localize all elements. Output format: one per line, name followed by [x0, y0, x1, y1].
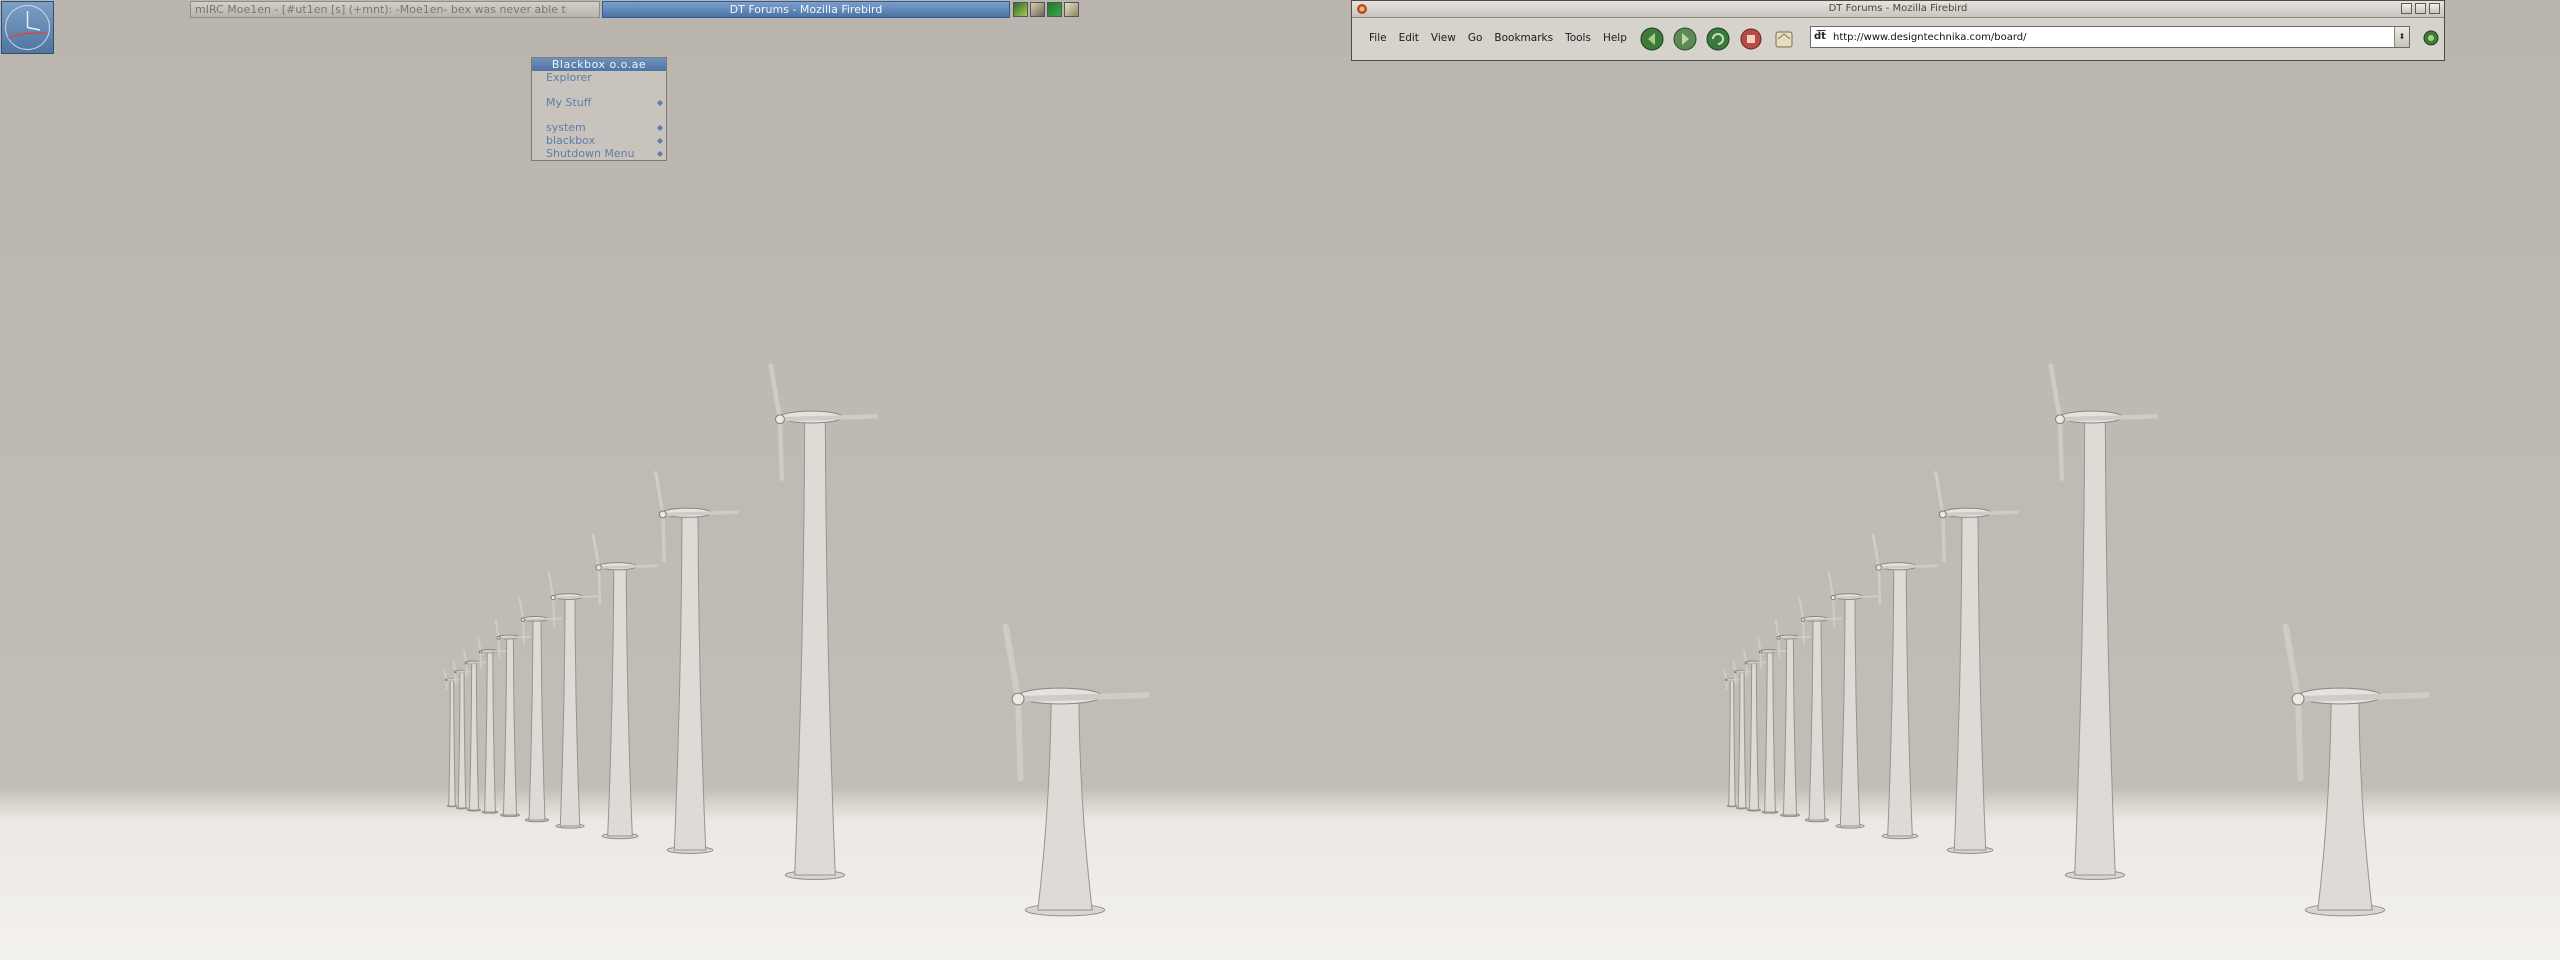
minimize-button[interactable]	[2401, 3, 2412, 14]
menu-item-label: blackbox	[546, 134, 596, 147]
app-icon[interactable]	[1047, 2, 1062, 17]
blackbox-root-menu: Blackbox o.o.ae Explorer My Stuff ◆ syst…	[531, 57, 667, 161]
url-input[interactable]	[1833, 28, 2373, 46]
turbine	[1002, 623, 1150, 917]
menu-title: Blackbox o.o.ae	[532, 58, 666, 71]
analog-clock-icon	[5, 5, 50, 50]
task-mirc[interactable]: mIRC Moe1en - [#ut1en [s] (+mnt): -Moe1e…	[190, 1, 600, 18]
menu-tools[interactable]: Tools	[1559, 32, 1597, 44]
back-button[interactable]	[1638, 25, 1666, 53]
menu-go[interactable]: Go	[1462, 32, 1489, 44]
firebird-window: DT Forums - Mozilla Firebird File Edit V…	[1351, 0, 2445, 61]
forward-button[interactable]	[1671, 25, 1699, 53]
menu-separator	[532, 84, 666, 96]
turbine	[591, 533, 659, 840]
turbine	[463, 649, 489, 812]
turbine	[477, 636, 508, 814]
menu-bar: File Edit View Go Bookmarks Tools Help	[1363, 32, 1633, 44]
forward-icon	[1673, 27, 1697, 51]
menu-item-label: My Stuff	[546, 96, 592, 109]
menu-item-explorer[interactable]: Explorer	[532, 71, 666, 84]
menu-item-system[interactable]: system ◆	[532, 121, 666, 134]
clock-widget[interactable]	[1, 1, 54, 54]
right-screen: DT Forums - Mozilla Firebird File Edit V…	[1280, 0, 2560, 960]
firebird-icon	[1357, 4, 1367, 14]
turbine	[1827, 570, 1881, 829]
turbine	[1774, 619, 1811, 817]
menu-item-blackbox[interactable]: blackbox ◆	[532, 134, 666, 147]
url-history-dropdown[interactable]: ⬍	[2394, 27, 2409, 47]
wind-turbines-wallpaper	[1723, 363, 2430, 917]
reload-icon	[1706, 27, 1730, 51]
turbine	[518, 597, 563, 823]
turbine	[2048, 363, 2159, 880]
stop-button[interactable]	[1737, 25, 1765, 53]
menu-help[interactable]: Help	[1597, 32, 1633, 44]
turbine	[2282, 623, 2430, 917]
throbber-icon	[2423, 30, 2439, 46]
submenu-arrow-icon: ◆	[656, 123, 663, 132]
menu-item-label: Explorer	[546, 71, 592, 84]
turbine	[494, 619, 531, 817]
system-tray	[1013, 1, 1079, 18]
home-button[interactable]	[1770, 25, 1798, 53]
menu-item-label: system	[546, 121, 586, 134]
browser-toolbar: File Edit View Go Bookmarks Tools Help d…	[1352, 18, 2444, 60]
url-bar: d͞t ⬍	[1810, 26, 2410, 48]
maximize-button[interactable]	[2415, 3, 2426, 14]
turbine	[1933, 470, 2019, 854]
submenu-arrow-icon: ◆	[656, 98, 663, 107]
turbine	[1798, 597, 1843, 823]
turbine	[768, 363, 879, 880]
submenu-arrow-icon: ◆	[656, 149, 663, 158]
task-firebird[interactable]: DT Forums - Mozilla Firebird	[602, 1, 1010, 18]
back-icon	[1640, 27, 1664, 51]
left-screen: mIRC Moe1en - [#ut1en [s] (+mnt): -Moe1e…	[0, 0, 1280, 960]
submenu-arrow-icon: ◆	[656, 136, 663, 145]
taskbar: mIRC Moe1en - [#ut1en [s] (+mnt): -Moe1e…	[190, 1, 1079, 18]
menu-view[interactable]: View	[1425, 32, 1462, 44]
stop-icon	[1740, 28, 1762, 50]
home-icon	[1775, 31, 1793, 48]
menu-file[interactable]: File	[1363, 32, 1393, 44]
reload-button[interactable]	[1704, 25, 1732, 53]
menu-item-shutdown[interactable]: Shutdown Menu ◆	[532, 147, 666, 160]
network-icon[interactable]	[1013, 2, 1028, 17]
menu-separator	[532, 109, 666, 121]
window-titlebar[interactable]: DT Forums - Mozilla Firebird	[1352, 1, 2444, 18]
turbine	[1871, 533, 1939, 840]
settings-icon[interactable]	[1064, 2, 1079, 17]
menu-item-my-stuff[interactable]: My Stuff ◆	[532, 96, 666, 109]
site-favicon-icon: d͞t	[1814, 31, 1826, 42]
navigation-buttons	[1638, 25, 1798, 53]
menu-bookmarks[interactable]: Bookmarks	[1488, 32, 1559, 44]
turbine	[1757, 636, 1788, 814]
window-title: DT Forums - Mozilla Firebird	[1828, 3, 1968, 14]
menu-item-label: Shutdown Menu	[546, 147, 635, 160]
close-button[interactable]	[2429, 3, 2440, 14]
turbine	[547, 570, 601, 829]
wrench-icon[interactable]	[1030, 2, 1045, 17]
menu-edit[interactable]: Edit	[1393, 32, 1425, 44]
turbine	[1743, 649, 1769, 812]
turbine	[653, 470, 739, 854]
window-controls	[2401, 3, 2440, 14]
